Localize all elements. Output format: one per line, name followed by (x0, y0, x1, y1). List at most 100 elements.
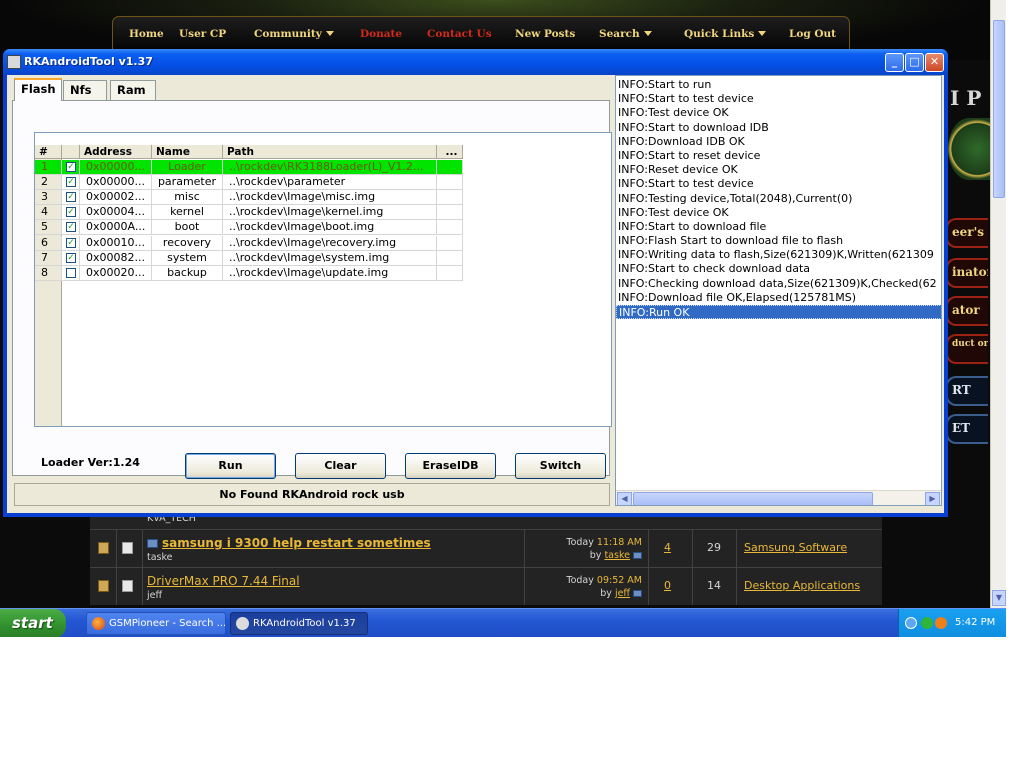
log-line[interactable]: INFO:Reset device OK (616, 163, 941, 177)
row-checkbox[interactable]: ✓ (66, 207, 76, 218)
row-checkbox[interactable]: ✓ (66, 177, 76, 188)
column-header[interactable]: # (35, 145, 62, 159)
side-banner-button[interactable]: ET (946, 414, 988, 444)
nav-link[interactable]: Contact Us (427, 28, 492, 40)
close-button[interactable]: ✕ (925, 53, 944, 72)
column-header[interactable]: ... (437, 145, 463, 159)
scroll-right-arrow-icon[interactable]: ▶ (925, 492, 940, 505)
nav-link[interactable]: Search (599, 28, 652, 40)
site-navbar: Home User CP Community Donate Contact Us New … (112, 16, 850, 50)
row-path: ..\rockdev\Image\kernel.img (223, 205, 437, 221)
side-banner-button[interactable]: eer's (946, 218, 988, 248)
last-post-user-link[interactable]: jeff (615, 588, 630, 599)
row-browse-button[interactable] (437, 205, 463, 221)
log-line[interactable]: INFO:Writing data to flash,Size(621309)K… (616, 248, 941, 262)
reply-count-link[interactable]: 4 (664, 541, 671, 554)
run-button[interactable]: Run (185, 453, 276, 479)
log-line[interactable]: INFO:Start to run (616, 78, 941, 92)
thread-title-link[interactable]: samsung i 9300 help restart sometimes (147, 536, 431, 550)
thread-title-link[interactable]: DriverMax PRO 7.44 Final (147, 574, 300, 588)
tab-nfs[interactable]: Nfs (63, 80, 107, 100)
log-listbox[interactable]: INFO:Start to run INFO:Start to test devi… (615, 75, 942, 506)
start-button[interactable]: start (0, 609, 66, 637)
last-post-user-link[interactable]: taske (604, 550, 630, 561)
scroll-down-arrow-icon[interactable]: ▼ (992, 590, 1006, 606)
log-line[interactable]: INFO:Test device OK (616, 106, 941, 120)
log-line[interactable]: INFO:Download file OK,Elapsed(125781MS) (616, 291, 941, 305)
taskbar-button[interactable]: GSMPioneer - Search ... (86, 612, 226, 635)
partition-row[interactable]: 1 ✓ 0x00000... Loader ..\rockdev\RK3188Loade… (35, 160, 463, 175)
row-browse-button[interactable] (437, 190, 463, 206)
nav-link[interactable]: Log Out (789, 28, 836, 40)
partition-row[interactable]: 3 ✓ 0x00002... misc ..\rockdev\Image\misc.im… (35, 190, 463, 206)
go-to-last-post-icon[interactable] (633, 590, 642, 597)
column-header[interactable]: Name (152, 145, 223, 159)
column-header[interactable] (62, 145, 80, 159)
nav-link[interactable]: Home (129, 28, 164, 40)
column-header[interactable]: Path (223, 145, 437, 159)
row-browse-button[interactable] (437, 235, 463, 251)
side-banner-button[interactable]: ator (946, 296, 988, 326)
log-line[interactable]: INFO:Start to check download data (616, 262, 941, 276)
partition-row[interactable]: 4 ✓ 0x00004... kernel ..\rockdev\Image\kerne… (35, 205, 463, 221)
switch-button[interactable]: Switch (515, 453, 606, 479)
row-browse-button[interactable] (437, 265, 463, 281)
side-banner-button[interactable]: RT (946, 376, 988, 406)
security-icon[interactable] (921, 617, 933, 629)
tab-ram[interactable]: Ram (110, 80, 156, 100)
browser-vertical-scrollbar[interactable]: ▼ (990, 0, 1006, 608)
row-checkbox[interactable]: ✓ (66, 192, 76, 203)
scroll-left-arrow-icon[interactable]: ◀ (617, 492, 632, 505)
log-line[interactable]: INFO:Checking download data,Size(621309)… (616, 277, 941, 291)
log-scrollbar-thumb[interactable] (633, 492, 873, 505)
partition-row[interactable]: 6 ✓ 0x00010... recovery ..\rockdev\Image\rec… (35, 235, 463, 251)
eraseidb-button[interactable]: EraseIDB (405, 453, 496, 479)
partition-row[interactable]: 7 ✓ 0x00082... system ..\rockdev\Image\syste… (35, 250, 463, 266)
maximize-button[interactable]: □ (905, 53, 924, 72)
log-horizontal-scrollbar[interactable]: ◀ ▶ (616, 490, 941, 505)
log-line[interactable]: INFO:Testing device,Total(2048),Current(… (616, 192, 941, 206)
log-line[interactable]: INFO:Start to download IDB (616, 121, 941, 135)
nav-link[interactable]: Community (254, 28, 334, 40)
nav-link[interactable]: Quick Links (684, 28, 767, 40)
side-banner-button[interactable]: duct orter (946, 334, 988, 364)
log-line[interactable]: INFO:Test device OK (616, 206, 941, 220)
scrollbar-thumb[interactable] (993, 20, 1005, 198)
partition-row[interactable]: 8 0x00020... backup ..\rockdev\Image\update… (35, 265, 463, 281)
log-line[interactable]: INFO:Download IDB OK (616, 135, 941, 149)
forum-link[interactable]: Samsung Software (744, 541, 847, 554)
forum-link[interactable]: Desktop Applications (744, 579, 860, 592)
partition-row[interactable]: 5 ✓ 0x0000A... boot ..\rockdev\Image\boot.im… (35, 220, 463, 236)
go-to-last-post-icon[interactable] (633, 552, 642, 559)
log-line[interactable]: INFO:Run OK (616, 305, 941, 320)
nav-link[interactable]: New Posts (515, 28, 575, 40)
row-checkbox[interactable]: ✓ (66, 162, 76, 172)
column-header[interactable]: Address (80, 145, 152, 159)
log-line[interactable]: INFO:Start to test device (616, 177, 941, 191)
row-browse-button[interactable] (437, 220, 463, 236)
minimize-button[interactable]: _ (885, 53, 904, 72)
clear-button[interactable]: Clear (295, 453, 386, 479)
go-to-first-unread-icon[interactable] (147, 539, 158, 548)
row-checkbox[interactable]: ✓ (66, 237, 76, 248)
tab-flash[interactable]: Flash (14, 78, 62, 101)
side-banner-button[interactable]: inator (946, 258, 988, 288)
log-line[interactable]: INFO:Start to test device (616, 92, 941, 106)
row-checkbox[interactable] (66, 267, 76, 278)
log-line[interactable]: INFO:Start to reset device (616, 149, 941, 163)
app-tray-icon[interactable] (935, 617, 947, 629)
row-browse-button[interactable] (437, 175, 463, 191)
partition-row[interactable]: 2 ✓ 0x00000... parameter ..\rockdev\paramete… (35, 175, 463, 191)
log-line[interactable]: INFO:Start to download file (616, 220, 941, 234)
reply-count-link[interactable]: 0 (664, 579, 671, 592)
row-browse-button[interactable] (437, 250, 463, 266)
network-icon[interactable] (905, 617, 917, 629)
row-browse-button[interactable] (437, 160, 463, 175)
row-checkbox[interactable]: ✓ (66, 222, 76, 233)
log-line[interactable]: INFO:Flash Start to download file to fla… (616, 234, 941, 248)
nav-link[interactable]: User CP (179, 28, 226, 40)
nav-link[interactable]: Donate (360, 28, 402, 40)
row-checkbox[interactable]: ✓ (66, 252, 76, 263)
taskbar-button[interactable]: RKAndroidTool v1.37 (230, 612, 368, 635)
window-titlebar[interactable]: RKAndroidTool v1.37 _ □ ✕ (3, 49, 948, 75)
